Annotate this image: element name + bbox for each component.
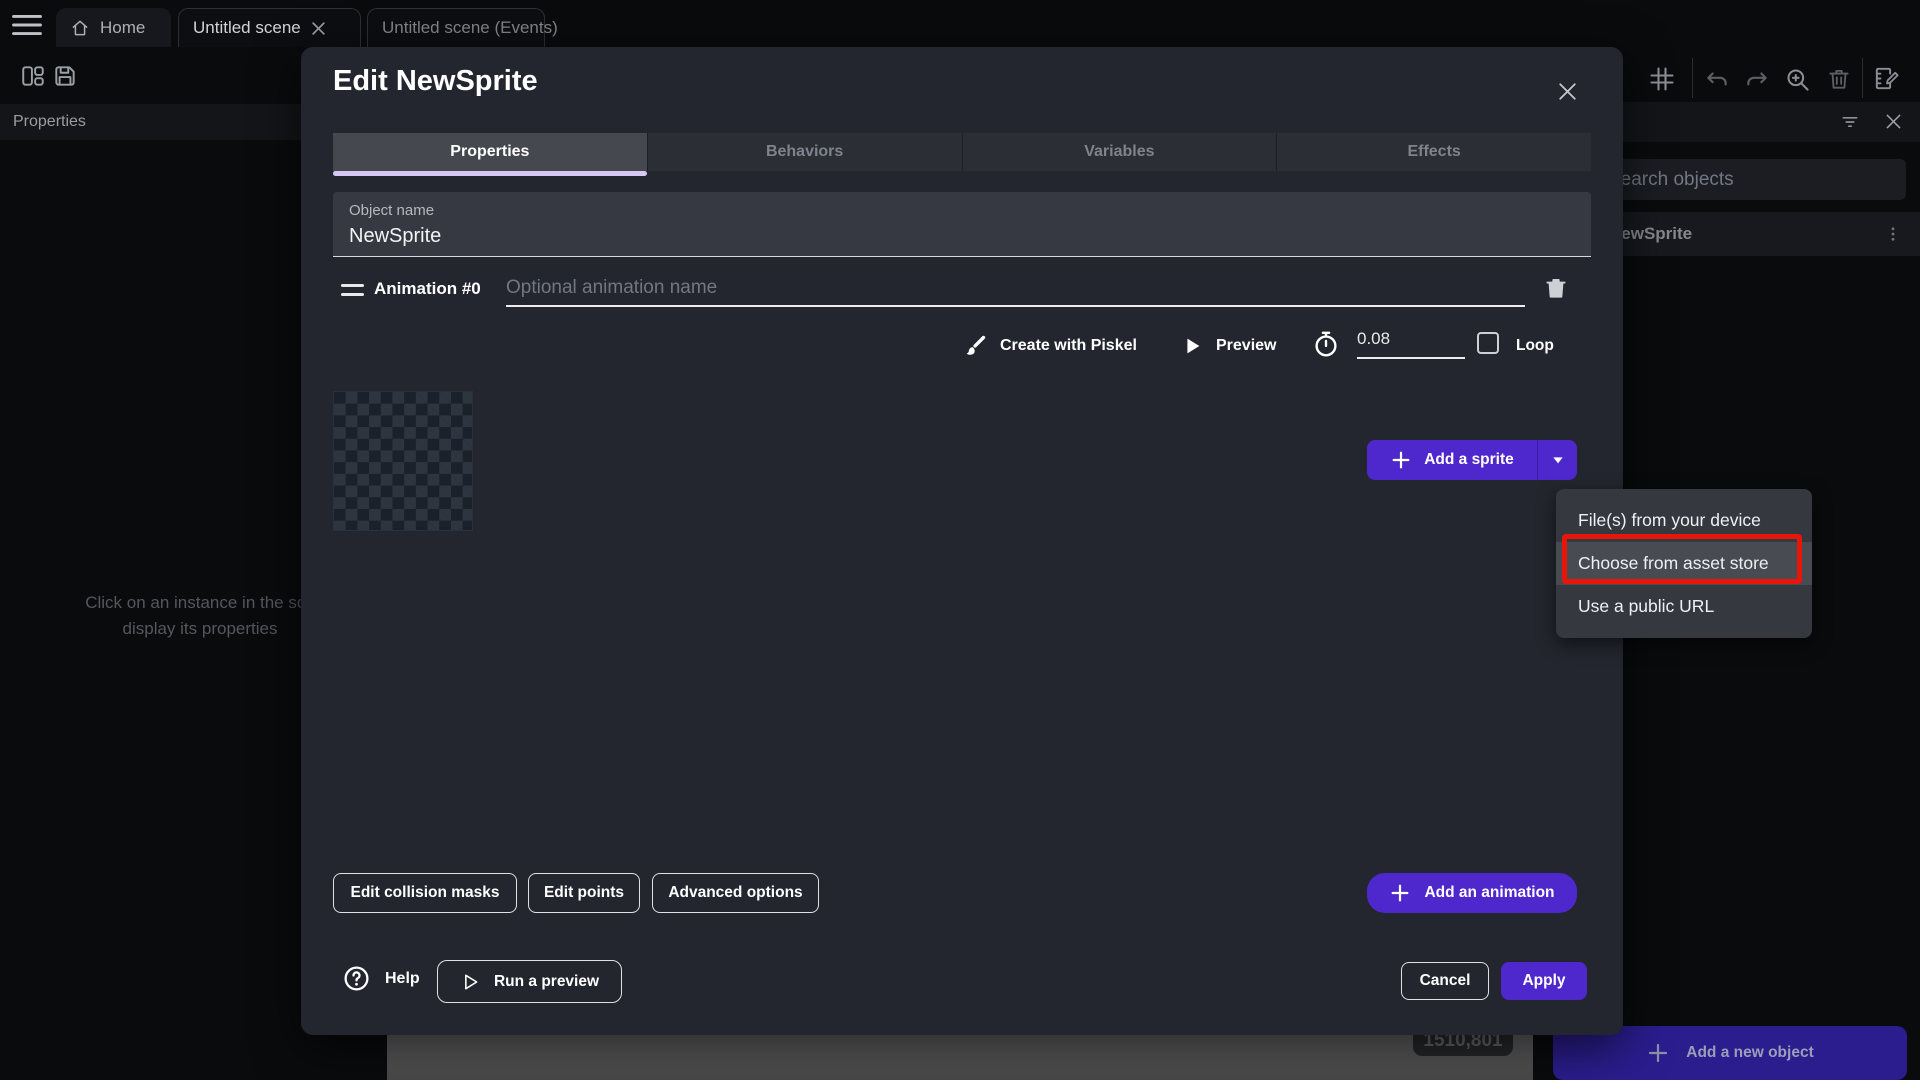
add-sprite-context-menu: File(s) from your device Choose from ass… xyxy=(1556,489,1812,638)
create-with-piskel-label: Create with Piskel xyxy=(1000,337,1137,355)
dialog-close-button[interactable] xyxy=(1555,79,1580,104)
dialog-tab-bar: Properties Behaviors Variables Effects xyxy=(333,133,1591,171)
undo-button[interactable] xyxy=(1704,67,1730,93)
run-preview-button[interactable]: Run a preview xyxy=(437,960,622,1003)
project-notes-button[interactable] xyxy=(1872,64,1901,93)
preview-animation-button[interactable]: Preview xyxy=(1181,330,1276,362)
toggle-panels-button[interactable] xyxy=(20,63,46,89)
save-button[interactable] xyxy=(52,63,78,89)
close-panel-button[interactable] xyxy=(1883,111,1904,132)
trash-icon xyxy=(1543,275,1569,301)
help-label: Help xyxy=(385,970,420,988)
main-menu-button[interactable] xyxy=(12,14,42,36)
toolbar-divider xyxy=(1692,58,1693,98)
stopwatch-icon xyxy=(1311,329,1341,359)
left-panel-title: Properties xyxy=(13,113,86,131)
apply-button[interactable]: Apply xyxy=(1501,962,1587,1000)
add-new-object-label: Add a new object xyxy=(1686,1044,1813,1062)
menu-item-choose-from-asset-store[interactable]: Choose from asset store xyxy=(1556,542,1812,585)
preview-label: Preview xyxy=(1216,337,1276,355)
advanced-options-button[interactable]: Advanced options xyxy=(652,873,819,913)
delete-button[interactable] xyxy=(1826,66,1852,92)
plus-icon xyxy=(1389,882,1411,904)
animation-drag-handle[interactable] xyxy=(341,284,364,296)
loop-checkbox[interactable] xyxy=(1477,332,1499,354)
zoom-button[interactable] xyxy=(1784,66,1811,93)
plus-icon xyxy=(1646,1041,1670,1065)
tab-untitled-scene[interactable]: Untitled scene xyxy=(178,8,361,47)
loop-label: Loop xyxy=(1516,337,1554,355)
animation-label: Animation #0 xyxy=(374,279,481,299)
tab-events-label: Untitled scene (Events) xyxy=(382,18,558,38)
animation-name-input[interactable] xyxy=(506,275,1525,307)
object-name-field-value: NewSprite xyxy=(349,225,1575,248)
close-tab-icon[interactable] xyxy=(311,21,326,36)
tab-scene-label: Untitled scene xyxy=(193,18,301,38)
redo-button[interactable] xyxy=(1744,67,1770,93)
edit-collision-masks-button[interactable]: Edit collision masks xyxy=(333,873,517,913)
edit-points-button[interactable]: Edit points xyxy=(528,873,640,913)
add-sprite-dropdown-button[interactable] xyxy=(1538,452,1577,468)
time-between-frames xyxy=(1311,329,1341,359)
edit-object-dialog: Edit NewSprite Properties Behaviors Vari… xyxy=(301,47,1623,1035)
zoom-in-icon xyxy=(1784,66,1811,93)
play-outline-icon xyxy=(460,972,480,992)
tab-behaviors[interactable]: Behaviors xyxy=(647,133,962,171)
add-animation-button[interactable]: Add an animation xyxy=(1367,873,1577,913)
layout-columns-icon xyxy=(20,63,46,89)
grid-icon xyxy=(1648,65,1676,93)
brush-icon xyxy=(961,333,988,360)
trash-icon xyxy=(1826,66,1852,92)
scene-canvas[interactable] xyxy=(387,1035,1533,1080)
dialog-title: Edit NewSprite xyxy=(333,65,538,98)
menu-item-use-public-url[interactable]: Use a public URL xyxy=(1556,585,1812,628)
cancel-button[interactable]: Cancel xyxy=(1401,962,1489,1000)
tab-effects[interactable]: Effects xyxy=(1276,133,1591,171)
help-button[interactable]: Help xyxy=(342,964,420,993)
grid-button[interactable] xyxy=(1648,65,1676,93)
time-between-frames-input[interactable] xyxy=(1357,327,1465,359)
close-icon xyxy=(1555,79,1580,104)
app-root: Home Untitled scene Untitled scene (Even… xyxy=(0,0,1920,1080)
redo-icon xyxy=(1744,67,1770,93)
sprite-thumbnail-placeholder[interactable] xyxy=(333,391,473,531)
kebab-menu-icon[interactable] xyxy=(1884,225,1902,243)
selected-tab-underline xyxy=(333,171,647,176)
notebook-edit-icon xyxy=(1872,64,1901,93)
tab-variables[interactable]: Variables xyxy=(962,133,1277,171)
delete-animation-button[interactable] xyxy=(1543,275,1569,301)
filter-icon xyxy=(1840,112,1860,132)
tab-home[interactable]: Home xyxy=(56,8,171,47)
hamburger-icon xyxy=(12,14,42,36)
tab-properties[interactable]: Properties xyxy=(333,133,647,171)
filter-objects-button[interactable] xyxy=(1840,112,1860,132)
add-sprite-button[interactable]: Add a sprite xyxy=(1367,449,1537,471)
save-icon xyxy=(52,63,78,89)
undo-icon xyxy=(1704,67,1730,93)
menu-item-files-from-device[interactable]: File(s) from your device xyxy=(1556,499,1812,542)
object-name-field-label: Object name xyxy=(349,202,1575,219)
add-sprite-split-button: Add a sprite xyxy=(1367,440,1577,480)
tab-untitled-scene-events[interactable]: Untitled scene (Events) xyxy=(367,8,545,47)
tab-home-label: Home xyxy=(100,18,145,38)
help-circle-icon xyxy=(342,964,371,993)
add-sprite-label: Add a sprite xyxy=(1424,451,1514,469)
left-panel-header: Properties xyxy=(0,104,305,140)
chevron-down-icon xyxy=(1550,452,1566,468)
play-icon xyxy=(1181,335,1203,357)
plus-icon xyxy=(1390,449,1412,471)
object-name-field[interactable]: Object name NewSprite xyxy=(333,192,1591,257)
home-icon xyxy=(70,18,90,38)
close-icon xyxy=(1883,111,1904,132)
toolbar-divider xyxy=(1862,58,1863,98)
search-objects-input[interactable] xyxy=(1592,159,1906,200)
create-with-piskel-button[interactable]: Create with Piskel xyxy=(961,330,1137,362)
